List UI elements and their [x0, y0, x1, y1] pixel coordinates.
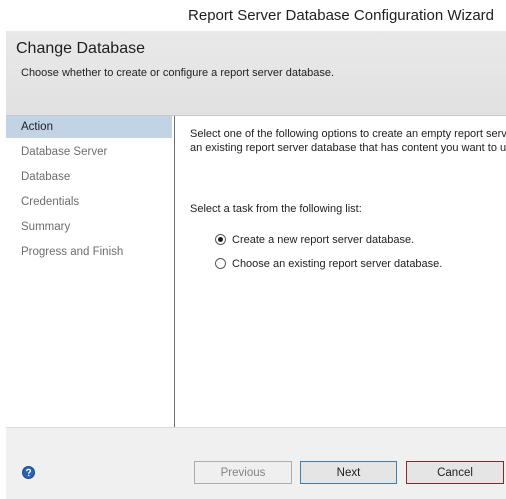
sidebar-item-database-server[interactable]: Database Server [6, 141, 172, 163]
task-prompt: Select a task from the following list: [190, 203, 362, 215]
sidebar-item-progress-and-finish[interactable]: Progress and Finish [6, 241, 172, 263]
radio-button-choose-existing[interactable] [215, 258, 226, 269]
cancel-button[interactable]: Cancel [406, 461, 504, 484]
page-title: Change Database [16, 40, 145, 57]
radio-button-create-new[interactable] [215, 234, 226, 245]
create-new-database-label[interactable]: Create a new report server database. [232, 233, 414, 247]
radio-selected-dot [218, 237, 223, 242]
sidebar-item-summary[interactable]: Summary [6, 216, 172, 238]
wizard-footer: Previous Next Cancel [6, 427, 506, 499]
window-title: Report Server Database Configuration Wiz… [188, 7, 494, 24]
intro-text-line-2: an existing report server database that … [190, 142, 506, 154]
title-bar[interactable]: Report Server Database Configuration Wiz… [0, 0, 506, 31]
action-panel: Select one of the following options to c… [175, 116, 506, 427]
help-icon[interactable] [22, 466, 35, 479]
step-sidebar: Action Database Server Database Credenti… [6, 116, 175, 427]
next-button[interactable]: Next [300, 461, 397, 484]
wizard-body: Action Database Server Database Credenti… [6, 116, 506, 427]
sidebar-item-action[interactable]: Action [6, 116, 172, 138]
sidebar-item-credentials[interactable]: Credentials [6, 191, 172, 213]
previous-button[interactable]: Previous [194, 461, 292, 484]
page-header: Change Database Choose whether to create… [6, 31, 506, 116]
page-subtitle: Choose whether to create or configure a … [21, 67, 335, 79]
wizard-frame: Change Database Choose whether to create… [6, 31, 506, 499]
intro-text-line-1: Select one of the following options to c… [190, 128, 506, 140]
choose-existing-database-label[interactable]: Choose an existing report server databas… [232, 257, 442, 271]
sidebar-item-database[interactable]: Database [6, 166, 172, 188]
wizard-window: Report Server Database Configuration Wiz… [0, 0, 506, 499]
